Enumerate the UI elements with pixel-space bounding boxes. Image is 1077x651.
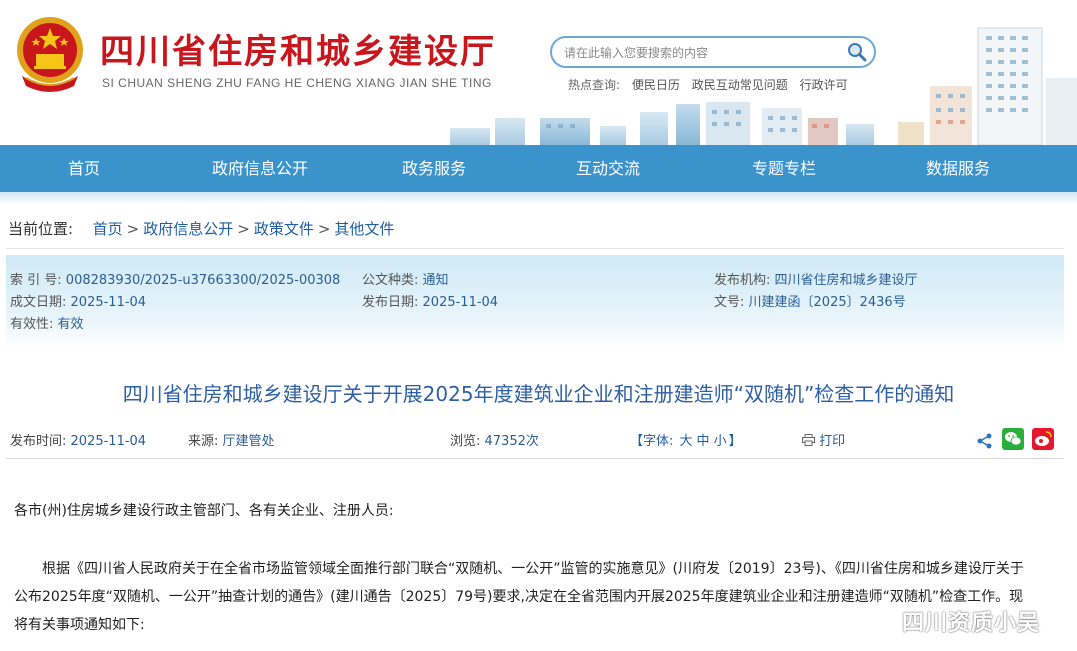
meta-pub-date: 发布日期: 2025-11-04 (362, 291, 498, 310)
hot-link-calendar[interactable]: 便民日历 (632, 78, 680, 92)
nav-shadow (0, 192, 1077, 204)
breadcrumb-separator: > (317, 220, 331, 238)
breadcrumb-other[interactable]: 其他文件 (334, 220, 394, 238)
meta-doc-number: 文号: 川建建函〔2025〕2436号 (714, 291, 906, 310)
font-size-switcher: 【字体: 大中小】 (630, 430, 742, 449)
search-input[interactable] (562, 43, 846, 63)
divider (6, 248, 1064, 249)
meta-valid-value: 有效 (57, 317, 84, 332)
meta-doc-value: 川建建函〔2025〕2436号 (748, 295, 906, 310)
search-box (550, 36, 876, 68)
breadcrumb-separator: > (237, 220, 250, 238)
weibo-icon[interactable] (1032, 428, 1054, 450)
meta-org-label: 发布机构: (714, 273, 771, 288)
paragraph-line-1: 根据《四川省人民政府关于在全省市场监管领域全面推行部门联合“双随机、一公开”监管… (42, 561, 1024, 577)
salutation: 各市(州)住房城乡建设行政主管部门、各有关企业、注册人员: (14, 503, 394, 519)
share-icon[interactable] (976, 432, 994, 450)
hot-links: 热点查询: 便民日历 政民互动常见问题 行政许可 (568, 76, 856, 93)
hot-link-permit[interactable]: 行政许可 (800, 78, 848, 92)
meta-category: 公文种类: 通知 (362, 269, 449, 288)
article-info-bar: 发布时间: 2025-11-04 来源: 厅建管处 浏览: 47352次 【字体… (6, 428, 1064, 454)
breadcrumb-gov-info[interactable]: 政府信息公开 (143, 220, 233, 238)
meta-valid-label: 有效性: (10, 317, 54, 332)
font-size-small[interactable]: 小 (714, 434, 727, 449)
meta-made-label: 成文日期: (10, 295, 67, 310)
meta-category-value: 通知 (422, 273, 449, 288)
publish-time-value: 2025-11-04 (70, 434, 147, 449)
breadcrumb-separator: > (126, 220, 140, 238)
article-title: 四川省住房和城乡建设厅关于开展2025年度建筑业企业和注册建造师“双随机”检查工… (122, 382, 955, 406)
site-header: 四川省住房和城乡建设厅 SI CHUAN SHENG ZHU FANG HE C… (0, 0, 1077, 145)
font-size-large[interactable]: 大 (680, 434, 693, 449)
meta-index: 索 引 号: 008283930/2025-u37663300/2025-003… (10, 269, 340, 288)
national-emblem-icon (17, 17, 83, 92)
hot-link-faq[interactable]: 政民互动常见问题 (692, 78, 788, 92)
meta-doc-label: 文号: (714, 295, 745, 310)
view-count: 浏览: 47352次 (450, 430, 539, 449)
breadcrumb: 当前位置: 首页 > 政府信息公开 > 政策文件 > 其他文件 (8, 218, 394, 239)
font-size-label: 【字体: (630, 434, 674, 449)
publish-time-label: 发布时间: (10, 434, 67, 449)
nav-item-home[interactable]: 首页 (34, 145, 134, 192)
view-count-label: 浏览: (450, 434, 481, 449)
wechat-icon[interactable] (1002, 428, 1024, 450)
meta-validity: 有效性: 有效 (10, 313, 84, 332)
site-title-pinyin: SI CHUAN SHENG ZHU FANG HE CHENG XIANG J… (102, 76, 492, 90)
hot-links-label: 热点查询: (568, 78, 621, 92)
print-label[interactable]: 打印 (819, 434, 845, 449)
source-value: 厅建管处 (222, 434, 275, 449)
meta-index-label: 索 引 号: (10, 273, 62, 288)
meta-made-date: 成文日期: 2025-11-04 (10, 291, 146, 310)
breadcrumb-home[interactable]: 首页 (93, 220, 123, 238)
site-title: 四川省住房和城乡建设厅 (100, 32, 496, 72)
breadcrumb-policy[interactable]: 政策文件 (254, 220, 314, 238)
watermark: 四川资质小吴 (902, 611, 1041, 636)
print-link[interactable]: 打印 (802, 430, 845, 449)
meta-org: 发布机构: 四川省住房和城乡建设厅 (714, 269, 918, 288)
font-size-medium[interactable]: 中 (697, 434, 710, 449)
meta-pub-value: 2025-11-04 (422, 295, 499, 310)
publish-time: 发布时间: 2025-11-04 (10, 430, 146, 449)
document-meta: 索 引 号: 008283930/2025-u37663300/2025-003… (6, 255, 1064, 347)
meta-made-value: 2025-11-04 (70, 295, 147, 310)
main-nav: 首页 政府信息公开 政务服务 互动交流 专题专栏 数据服务 (0, 145, 1077, 192)
nav-item-interaction[interactable]: 互动交流 (558, 145, 658, 192)
meta-index-value: 008283930/2025-u37663300/2025-00308 (65, 273, 341, 288)
nav-item-topics[interactable]: 专题专栏 (734, 145, 834, 192)
source-label: 来源: (188, 434, 219, 449)
meta-pub-label: 发布日期: (362, 295, 419, 310)
font-size-bracket: 】 (728, 434, 742, 449)
nav-item-gov-info[interactable]: 政府信息公开 (200, 145, 320, 192)
meta-org-value: 四川省住房和城乡建设厅 (774, 273, 918, 288)
nav-item-data[interactable]: 数据服务 (908, 145, 1008, 192)
view-count-value: 47352次 (484, 434, 539, 449)
meta-category-label: 公文种类: (362, 273, 419, 288)
breadcrumb-label: 当前位置: (8, 220, 74, 238)
printer-icon (802, 434, 815, 446)
search-icon[interactable] (846, 41, 868, 63)
source: 来源: 厅建管处 (188, 430, 275, 449)
nav-item-services[interactable]: 政务服务 (384, 145, 484, 192)
divider (6, 458, 1064, 459)
